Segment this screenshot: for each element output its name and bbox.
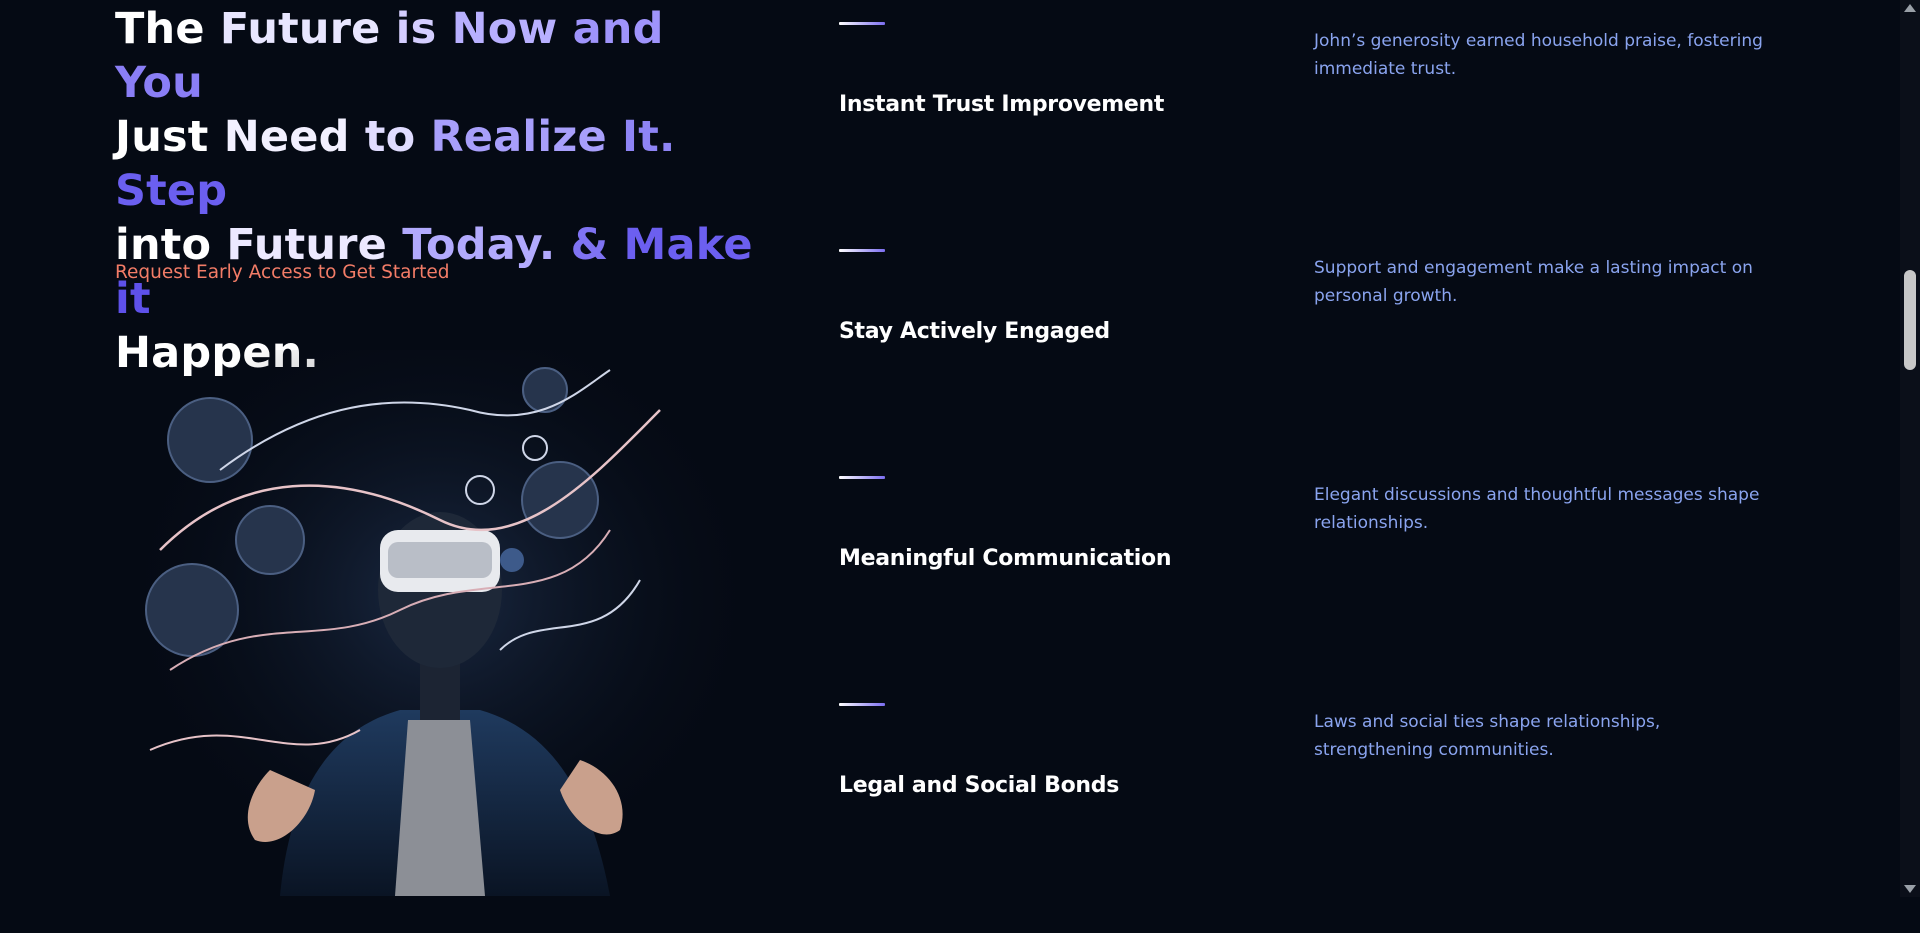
headline-word: Realize: [430, 112, 623, 162]
feature-title: Stay Actively Engaged: [839, 319, 1110, 344]
headline-word: Just: [115, 112, 224, 162]
request-early-access-link[interactable]: Request Early Access to Get Started: [115, 262, 449, 283]
features-list: Instant Trust Improvement John’s generos…: [839, 0, 1799, 897]
headline-word: Now: [451, 4, 573, 54]
feature-item-stay-engaged: Stay Actively Engaged Support and engage…: [839, 249, 1799, 479]
headline-word: Step: [115, 166, 243, 216]
feature-accent-line: [839, 22, 885, 25]
vr-headset-person-illustration: [140, 350, 740, 896]
feature-title: Instant Trust Improvement: [839, 92, 1165, 117]
scrollbar-thumb[interactable]: [1904, 270, 1916, 370]
feature-accent-line: [839, 703, 885, 706]
feature-accent-line: [839, 476, 885, 479]
hero-headline: The Future is Now and You Just Need to R…: [115, 2, 755, 380]
headline-word: The: [115, 4, 220, 54]
scroll-down-arrow-icon[interactable]: [1904, 885, 1916, 893]
feature-item-communication: Meaningful Communication Elegant discuss…: [839, 476, 1799, 706]
feature-description: Support and engagement make a lasting im…: [1314, 258, 1753, 306]
feature-title: Meaningful Communication: [839, 546, 1172, 571]
feature-description: John’s generosity earned household prais…: [1314, 31, 1763, 79]
headline-word: It.: [622, 112, 691, 162]
scroll-up-arrow-icon[interactable]: [1904, 4, 1916, 12]
headline-word: Make: [623, 220, 768, 270]
headline-word: Future: [219, 4, 396, 54]
headline-word: to: [364, 112, 431, 162]
headline-word: is: [395, 4, 452, 54]
feature-accent-line: [839, 249, 885, 252]
feature-item-legal-social: Legal and Social Bonds Laws and social t…: [839, 703, 1799, 933]
hero-section: The Future is Now and You Just Need to R…: [115, 2, 755, 380]
page-scrollbar[interactable]: [1900, 0, 1920, 897]
headline-word: Need: [223, 112, 365, 162]
feature-description: Laws and social ties shape relationships…: [1314, 712, 1661, 760]
feature-description: Elegant discussions and thoughtful messa…: [1314, 485, 1760, 533]
headline-word: and: [572, 4, 679, 54]
feature-item-instant-trust: Instant Trust Improvement John’s generos…: [839, 22, 1799, 252]
headline-word: &: [570, 220, 624, 270]
feature-title: Legal and Social Bonds: [839, 773, 1120, 798]
headline-word: You: [115, 58, 219, 108]
